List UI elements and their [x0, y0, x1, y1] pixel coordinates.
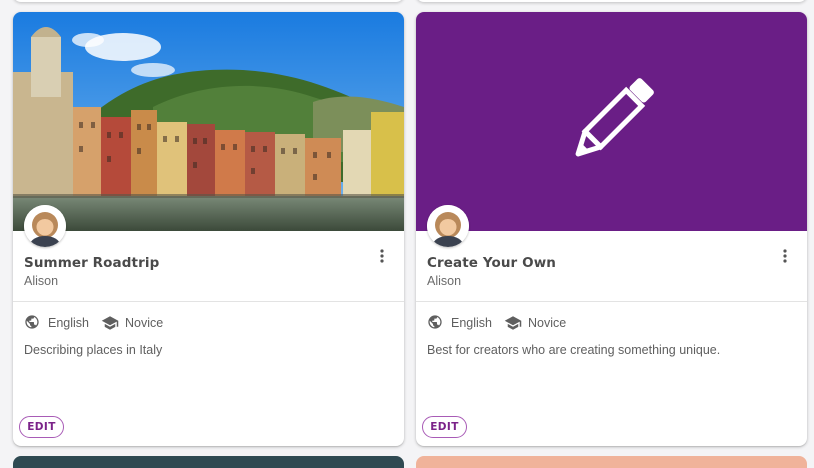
card-divider	[13, 301, 404, 302]
card-title: Summer Roadtrip	[24, 255, 160, 271]
globe-icon	[24, 314, 42, 332]
card-author: Alison	[427, 274, 462, 288]
card-below-right-edge	[416, 456, 807, 468]
card-below-left-edge	[13, 456, 404, 468]
card-above-right-edge	[416, 0, 807, 2]
card-author: Alison	[24, 274, 59, 288]
graduation-cap-icon	[101, 314, 119, 332]
card-meta: English Novice	[24, 314, 163, 332]
more-vert-icon[interactable]	[775, 246, 795, 266]
course-card[interactable]: Summer Roadtrip Alison English Novice De…	[13, 12, 404, 446]
author-avatar	[24, 205, 66, 247]
card-meta: English Novice	[427, 314, 566, 332]
card-language: English	[48, 316, 89, 330]
author-avatar	[427, 205, 469, 247]
card-above-left-edge	[13, 0, 404, 2]
card-description: Describing places in Italy	[24, 343, 163, 357]
globe-icon	[427, 314, 445, 332]
card-level: Novice	[125, 316, 164, 330]
course-card[interactable]: Create Your Own Alison English Novice Be…	[416, 12, 807, 446]
card-hero-photo	[13, 12, 404, 231]
card-level: Novice	[528, 316, 567, 330]
card-description: Best for creators who are creating somet…	[427, 343, 721, 357]
graduation-cap-icon	[504, 314, 522, 332]
card-title: Create Your Own	[427, 255, 556, 271]
card-divider	[416, 301, 807, 302]
edit-button[interactable]: EDIT	[422, 416, 467, 438]
edit-button[interactable]: EDIT	[19, 416, 64, 438]
more-vert-icon[interactable]	[372, 246, 392, 266]
card-language: English	[451, 316, 492, 330]
card-hero-banner	[416, 12, 807, 231]
